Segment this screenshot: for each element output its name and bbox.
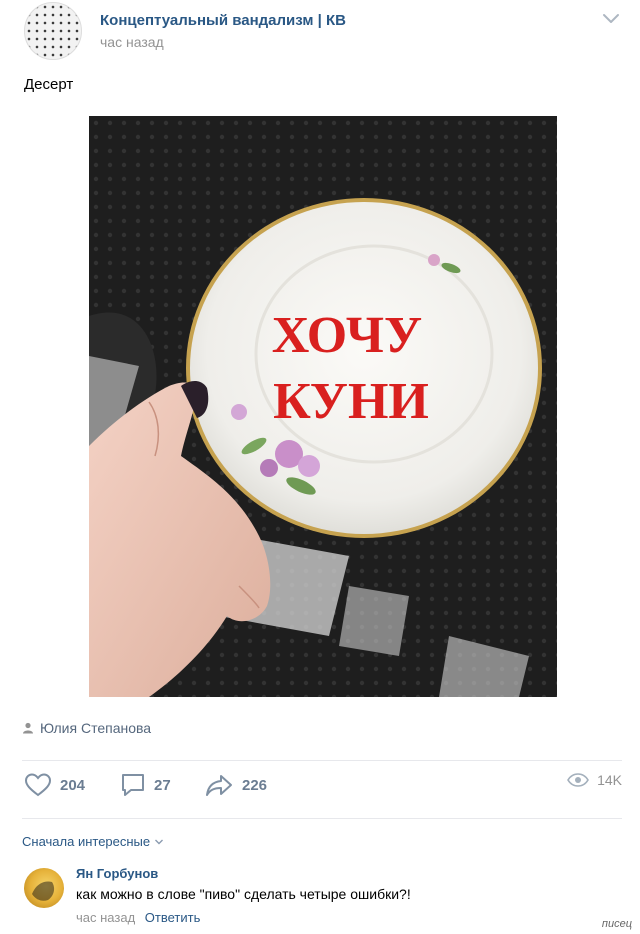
plate-text-line1: ХОЧУ (272, 307, 422, 364)
comment-author-link[interactable]: Ян Горбунов (76, 866, 158, 881)
comment-item: Ян Горбунов как можно в слове "пиво" сде… (22, 864, 622, 934)
post-header: Концептуальный вандализм | КВ час назад (22, 0, 622, 62)
post-text: Десерт (24, 76, 74, 93)
post-photo[interactable]: ХОЧУ КУНИ (89, 116, 557, 697)
user-icon (23, 722, 33, 734)
divider (22, 818, 622, 819)
like-count: 204 (60, 776, 86, 794)
chevron-down-icon (155, 839, 164, 844)
watermark: писец (601, 918, 632, 930)
chevron-down-icon[interactable] (600, 10, 622, 28)
sort-label: Сначала интересные (22, 834, 151, 849)
eye-icon (567, 773, 590, 787)
post-actions: 204 27 226 14K (22, 772, 622, 804)
divider (22, 760, 622, 761)
plate-text-line2: КУНИ (273, 373, 429, 430)
comment-avatar[interactable] (24, 868, 64, 908)
views-counter: 14K (567, 772, 622, 788)
comment-icon (122, 774, 144, 796)
like-button[interactable]: 204 (24, 772, 85, 798)
plate (186, 198, 542, 538)
post-time[interactable]: час назад (100, 34, 164, 50)
reply-button[interactable]: Ответить (145, 910, 201, 925)
comment-button[interactable]: 27 (120, 772, 171, 798)
comment-time[interactable]: час назад (76, 910, 135, 925)
group-name-link[interactable]: Концептуальный вандализм | КВ (100, 12, 346, 29)
comment-text: как можно в слове "пиво" сделать четыре … (76, 886, 411, 902)
share-icon (206, 775, 232, 796)
views-count: 14K (597, 772, 622, 788)
heart-icon (24, 773, 52, 797)
photo-author[interactable]: Юлия Степанова (22, 720, 151, 736)
share-count: 226 (242, 776, 268, 794)
share-button[interactable]: 226 (204, 772, 267, 798)
group-avatar[interactable] (24, 2, 82, 60)
comments-sort-dropdown[interactable]: Сначала интересные (22, 834, 164, 849)
comment-meta: час назад Ответить (76, 910, 200, 925)
photo-author-name: Юлия Степанова (40, 720, 152, 736)
comment-count: 27 (154, 776, 171, 794)
